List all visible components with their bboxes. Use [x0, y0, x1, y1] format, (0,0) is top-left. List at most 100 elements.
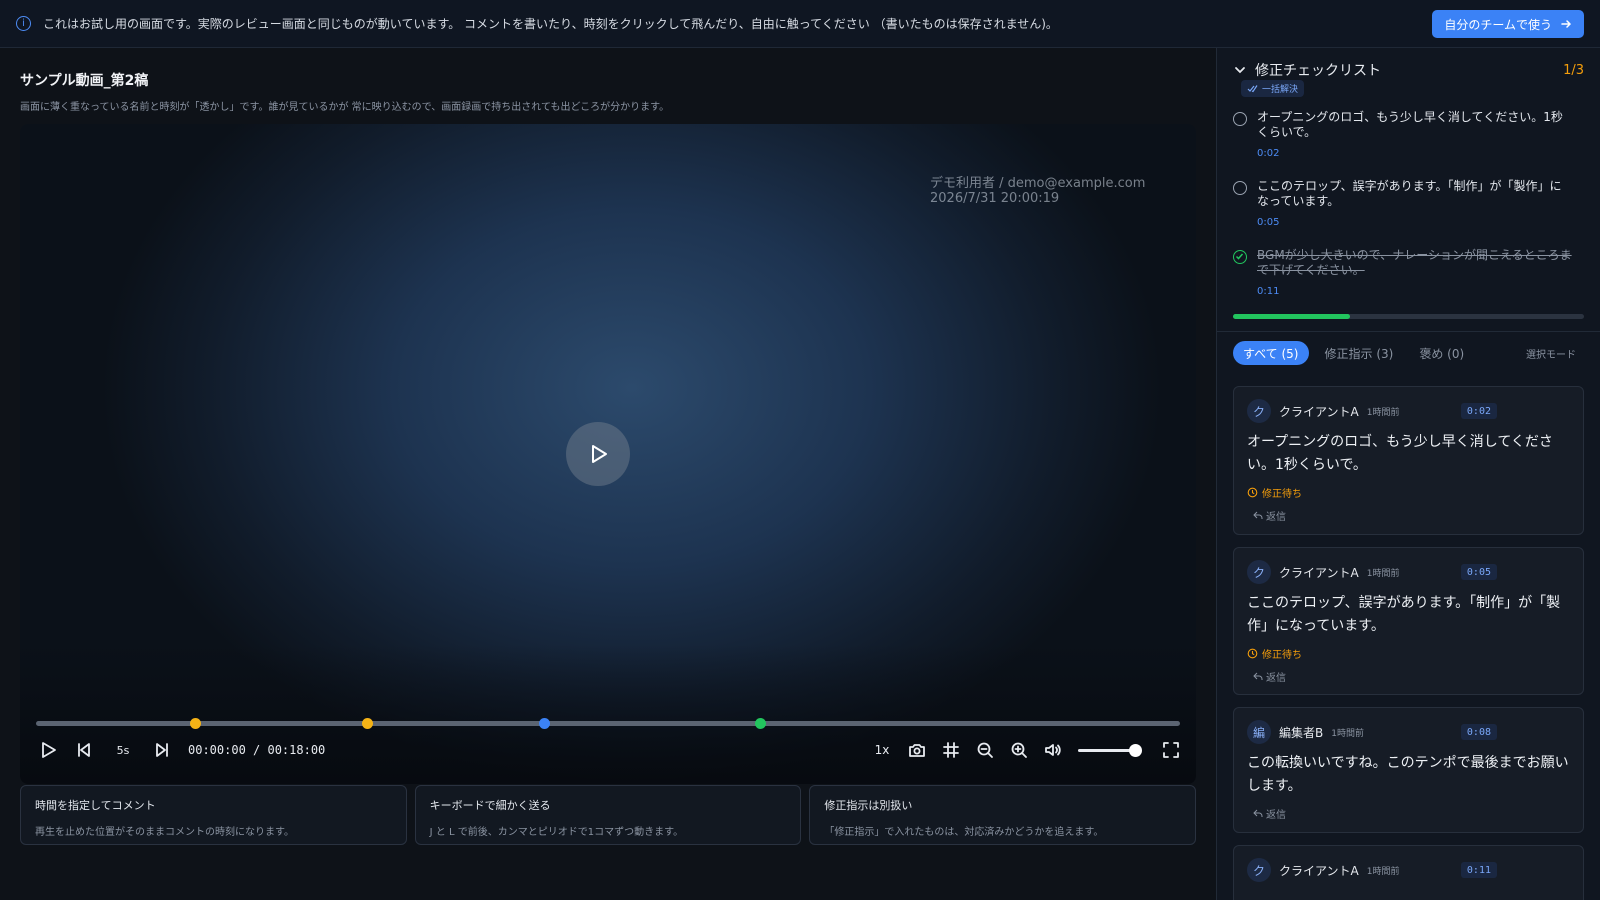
reply-label: 返信 — [1266, 810, 1286, 821]
tab-praise[interactable]: 褒め (0) — [1409, 341, 1474, 365]
info-icon: i — [16, 16, 31, 31]
play-button[interactable] — [36, 736, 60, 764]
zoom-in-icon — [1011, 742, 1027, 758]
checklist-count: 1/3 — [1563, 62, 1584, 78]
fullscreen-icon — [1163, 742, 1179, 758]
checkbox-circle[interactable] — [1233, 181, 1247, 195]
comment-marker[interactable] — [190, 718, 202, 729]
fullscreen-button[interactable] — [1162, 736, 1180, 764]
skip-back-icon — [78, 743, 90, 757]
previous-comment-button[interactable] — [72, 736, 96, 764]
checklist-title: 修正チェックリスト — [1255, 63, 1381, 79]
snapshot-button[interactable] — [908, 736, 926, 764]
playback-speed-button[interactable]: 1x — [872, 736, 892, 764]
hint-card: キーボードで細かく送る J と L で前後、カンマとピリオドで1コマずつ動きます… — [414, 785, 802, 845]
comment-timestamp[interactable]: 0:02 — [1460, 403, 1497, 419]
reply-button[interactable]: 返信 — [1253, 508, 1569, 523]
use-with-team-label: 自分のチームで使う — [1444, 17, 1552, 32]
comment-author: クライアントA — [1279, 565, 1359, 580]
hint-text: 再生を止めた位置がそのままコメントの時刻になります。 — [35, 827, 294, 838]
comment-timestamp[interactable]: 0:05 — [1460, 564, 1497, 580]
play-icon — [592, 445, 607, 463]
status-label: 修正待ち — [1262, 650, 1302, 661]
comment-author: クライアントA — [1279, 404, 1359, 419]
comment-card[interactable]: ク クライアントA 1時間前 0:02 オープニングのロゴ、もう少し早く消してく… — [1233, 386, 1584, 535]
zoom-in-button[interactable] — [1010, 736, 1028, 764]
checklist-item[interactable]: BGMが少し大きいので、ナレーションが聞こえるところまで下げてください。 0:1… — [1233, 248, 1572, 297]
zoom-out-icon — [977, 742, 993, 758]
zoom-out-button[interactable] — [976, 736, 994, 764]
use-with-team-button[interactable]: 自分のチームで使う — [1432, 10, 1584, 38]
comment-card[interactable]: ク クライアントA 1時間前 0:11 — [1233, 845, 1584, 900]
video-player[interactable]: デモ利用者 / demo@example.com 2026/7/31 20:00… — [20, 124, 1196, 784]
volume-knob[interactable] — [1129, 743, 1142, 757]
volume-icon — [1045, 744, 1061, 756]
double-check-icon — [1247, 85, 1258, 93]
checklist-item[interactable]: ここのテロップ、誤字があります。「制作」が「製作」になっています。 0:05 — [1233, 179, 1572, 228]
reply-button[interactable]: 返信 — [1253, 806, 1569, 821]
reply-button[interactable]: 返信 — [1253, 669, 1569, 684]
hint-card: 時間を指定してコメント 再生を止めた位置がそのままコメントの時刻になります。 — [20, 785, 407, 845]
checklist-item-time[interactable]: 0:11 — [1257, 286, 1572, 297]
comment-card[interactable]: 編 編集者B 1時間前 0:08 この転換いいですね。このテンポで最後までお願い… — [1233, 707, 1584, 833]
reply-label: 返信 — [1266, 512, 1286, 523]
hint-text: J と L で前後、カンマとピリオドで1コマずつ動きます。 — [429, 827, 684, 838]
seek-bar[interactable] — [36, 718, 1180, 729]
comment-marker[interactable] — [361, 718, 373, 729]
arrow-right-icon — [1561, 20, 1572, 28]
skip-forward-icon — [156, 743, 168, 757]
clock-icon — [1247, 648, 1258, 659]
comment-marker[interactable] — [538, 718, 550, 729]
skip-5s-button[interactable]: 5s — [108, 736, 138, 764]
hint-text: 「修正指示」で入れたものは、対応済みかどうかを追えます。 — [824, 827, 1104, 838]
comment-time-ago: 1時間前 — [1366, 407, 1400, 418]
checklist-progress-fill — [1233, 314, 1350, 319]
comment-body: この転換いいですね。このテンポで最後までお願いします。 — [1247, 755, 1569, 794]
hint-card: 修正指示は別扱い 「修正指示」で入れたものは、対応済みかどうかを追えます。 — [809, 785, 1197, 845]
comment-author: 編集者B — [1279, 725, 1324, 740]
comment-timestamp[interactable]: 0:11 — [1460, 862, 1497, 878]
comment-card[interactable]: ク クライアントA 1時間前 0:05 ここのテロップ、誤字があります。「制作」… — [1233, 547, 1584, 695]
tab-fixes[interactable]: 修正指示 (3) — [1315, 341, 1404, 365]
checklist-progress — [1233, 314, 1584, 319]
comment-body: ここのテロップ、誤字があります。「制作」が「製作」になっています。 — [1247, 595, 1561, 634]
chevron-down-icon[interactable] — [1233, 63, 1247, 77]
avatar: ク — [1247, 399, 1271, 423]
checklist-item-text: オープニングのロゴ、もう少し早く消してください。1秒くらいで。 — [1257, 110, 1563, 139]
comment-time-ago: 1時間前 — [1366, 866, 1400, 877]
comment-time-ago: 1時間前 — [1331, 728, 1364, 739]
checklist-item-time[interactable]: 0:05 — [1257, 217, 1572, 228]
check-circle-icon[interactable] — [1233, 250, 1247, 264]
mute-button[interactable] — [1044, 736, 1062, 764]
hint-title: キーボードで細かく送る — [429, 799, 551, 812]
comment-timestamp[interactable]: 0:08 — [1460, 724, 1497, 740]
reply-icon — [1253, 809, 1263, 817]
checkbox-circle[interactable] — [1233, 112, 1247, 126]
comment-filter-tabs: すべて (5) 修正指示 (3) 褒め (0) 選択モード — [1233, 341, 1584, 365]
main-area: サンプル動画_第2稿 画面に薄く重なっている名前と時刻が「透かし」です。誰が見て… — [0, 48, 1216, 900]
reply-icon — [1253, 511, 1263, 519]
hint-title: 時間を指定してコメント — [35, 799, 156, 812]
camera-icon — [909, 744, 925, 757]
status-label: 修正待ち — [1262, 489, 1302, 500]
tab-all[interactable]: すべて (5) — [1233, 341, 1309, 365]
resolve-all-button[interactable]: 一括解決 — [1241, 80, 1305, 97]
comment-body: オープニングのロゴ、もう少し早く消してください。1秒くらいで。 — [1247, 434, 1553, 473]
frame-grid-button[interactable] — [942, 736, 960, 764]
next-comment-button[interactable] — [150, 736, 174, 764]
select-mode-button[interactable]: 選択モード — [1526, 346, 1576, 361]
play-icon — [42, 742, 56, 758]
clock-icon — [1247, 487, 1258, 498]
volume-slider[interactable] — [1078, 743, 1142, 757]
checklist-header[interactable]: 修正チェックリスト 1/3 — [1233, 60, 1584, 80]
checklist-item-text: BGMが少し大きいので、ナレーションが聞こえるところまで下げてください。 — [1257, 248, 1572, 277]
watermark-explanation: 画面に薄く重なっている名前と時刻が「透かし」です。誰が見ているかが 常に映り込む… — [20, 102, 670, 113]
checklist-item-time[interactable]: 0:02 — [1257, 148, 1572, 159]
checklist-item[interactable]: オープニングのロゴ、もう少し早く消してください。1秒くらいで。 0:02 — [1233, 110, 1572, 159]
duration: 00:18:00 — [267, 743, 326, 757]
checklist-item-text: ここのテロップ、誤字があります。「制作」が「製作」になっています。 — [1257, 179, 1562, 208]
big-play-button[interactable] — [566, 422, 630, 486]
divider — [1217, 331, 1600, 332]
comment-time-ago: 1時間前 — [1366, 568, 1400, 579]
avatar: ク — [1247, 858, 1271, 882]
